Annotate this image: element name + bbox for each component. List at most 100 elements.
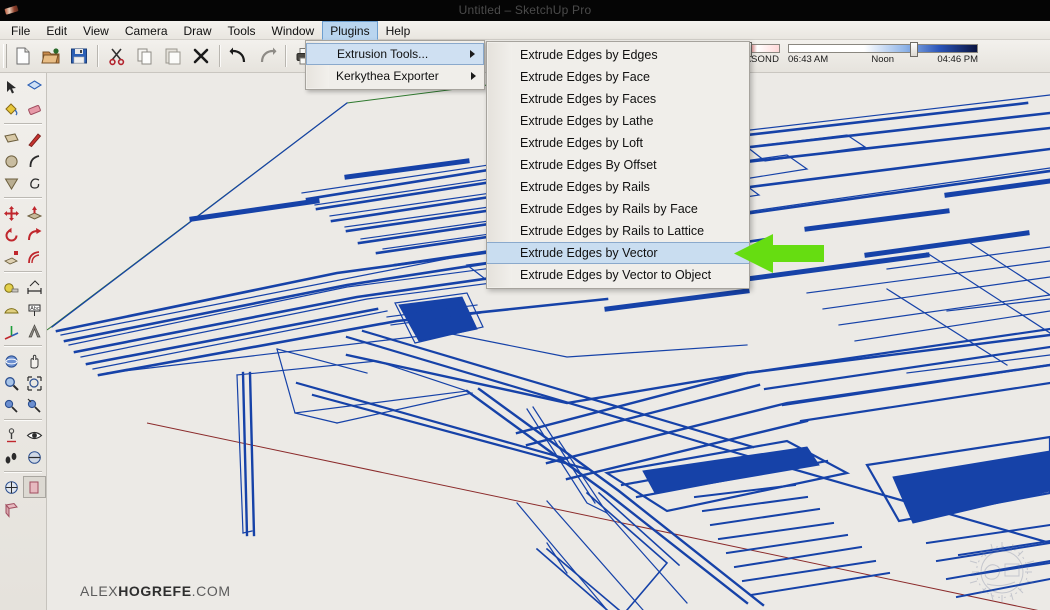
scale-icon[interactable] (0, 246, 23, 268)
paste-icon[interactable] (160, 43, 186, 69)
submenu-item-label: Extrude Edges by Edges (520, 48, 658, 62)
walk-icon[interactable] (0, 446, 23, 468)
text-abc-icon[interactable]: Abc (23, 298, 46, 320)
month-label: O (757, 54, 765, 65)
sun-burst-logo-icon (963, 540, 1041, 606)
toolbar-divider (4, 197, 42, 199)
menu-tools[interactable]: Tools (220, 21, 264, 40)
sketchup-pencil-icon (4, 4, 20, 18)
previous-view-icon[interactable] (23, 394, 46, 416)
freehand-icon[interactable] (23, 172, 46, 194)
menu-item-label: Kerkythea Exporter (336, 69, 439, 83)
submenu-extrude-edges-by-rails-by-face[interactable]: Extrude Edges by Rails by Face (487, 198, 749, 220)
time-noon-label: Noon (871, 54, 895, 65)
section-plane-display-icon[interactable] (0, 476, 23, 498)
new-document-icon[interactable] (10, 43, 36, 69)
zoom-window-icon[interactable] (23, 372, 46, 394)
circle-icon[interactable] (0, 150, 23, 172)
section-fill-icon[interactable] (0, 498, 23, 520)
followme-icon[interactable] (23, 224, 46, 246)
time-slider-knob[interactable] (910, 42, 918, 57)
lt-row (0, 320, 46, 342)
toolbar-grip[interactable] (3, 44, 7, 68)
month-label: D (772, 54, 779, 65)
section-cut-icon[interactable] (23, 476, 46, 498)
submenu-extrude-edges-by-rails[interactable]: Extrude Edges by Rails (487, 176, 749, 198)
submenu-item-label: Extrude Edges by Faces (520, 92, 657, 106)
zoom-magnifier-icon[interactable] (0, 372, 23, 394)
rotate-icon[interactable] (0, 224, 23, 246)
watermark-suffix: .COM (191, 583, 231, 599)
select-arrow-icon[interactable] (0, 76, 23, 98)
redo-arrow-icon[interactable] (254, 43, 280, 69)
polygon-icon[interactable] (0, 172, 23, 194)
watermark-bold: HOGREFE (118, 583, 192, 599)
dimension-icon[interactable] (23, 276, 46, 298)
menu-plugins[interactable]: Plugins (322, 21, 378, 40)
submenu-extrude-edges-by-edges[interactable]: Extrude Edges by Edges (487, 44, 749, 66)
toolbar-separator (97, 45, 99, 67)
lt-row (0, 498, 46, 520)
menu-window[interactable]: Window (264, 21, 323, 40)
submenu-extrude-edges-by-vector-to-object[interactable]: Extrude Edges by Vector to Object (487, 264, 749, 286)
submenu-extrude-edges-by-rails-to-lattice[interactable]: Extrude Edges by Rails to Lattice (487, 220, 749, 242)
submenu-extrude-edges-by-lathe[interactable]: Extrude Edges by Lathe (487, 110, 749, 132)
plugins-extrusion-tools[interactable]: Extrusion Tools... (306, 43, 484, 65)
time-slider-track[interactable] (788, 44, 978, 53)
lt-row (0, 76, 46, 98)
undo-arrow-icon[interactable] (226, 43, 252, 69)
copy-icon[interactable] (132, 43, 158, 69)
lt-row (0, 350, 46, 372)
menu-edit[interactable]: Edit (38, 21, 75, 40)
submenu-item-label: Extrude Edges by Vector (520, 246, 658, 260)
make-component-icon[interactable] (23, 76, 46, 98)
shadow-settings-toolbar: J F M A M J J A S O N D 06:43 AM Noon 04… (700, 41, 1050, 72)
toolbar-separator (219, 45, 221, 67)
3d-text-icon[interactable] (23, 320, 46, 342)
extrusion-tools-submenu: Extrude Edges by Edges Extrude Edges by … (486, 41, 750, 289)
lt-row (0, 372, 46, 394)
look-around-eye-icon[interactable] (23, 424, 46, 446)
save-disk-icon[interactable] (66, 43, 92, 69)
line-pencil-icon[interactable] (23, 128, 46, 150)
time-slider[interactable]: 06:43 AM Noon 04:46 PM (788, 41, 978, 65)
menu-bar: File Edit View Camera Draw Tools Window … (0, 21, 1050, 40)
orbit-icon[interactable] (0, 350, 23, 372)
submenu-extrude-edges-by-faces[interactable]: Extrude Edges by Faces (487, 88, 749, 110)
lt-row: Abc (0, 298, 46, 320)
paint-bucket-icon[interactable] (0, 98, 23, 120)
cut-scissors-icon[interactable] (104, 43, 130, 69)
menu-help[interactable]: Help (378, 21, 419, 40)
eraser-icon[interactable] (23, 98, 46, 120)
submenu-extrude-edges-by-vector[interactable]: Extrude Edges by Vector (487, 242, 749, 264)
arc-icon[interactable] (23, 150, 46, 172)
position-camera-icon[interactable] (0, 424, 23, 446)
chevron-right-icon (471, 72, 476, 80)
move-icon[interactable] (0, 202, 23, 224)
menu-file[interactable]: File (3, 21, 38, 40)
rectangle-icon[interactable] (0, 128, 23, 150)
toolbar-divider (4, 419, 42, 421)
axes-icon[interactable] (0, 320, 23, 342)
section-plane-icon[interactable] (23, 446, 46, 468)
lt-row (0, 98, 46, 120)
erase-x-icon[interactable] (188, 43, 214, 69)
menu-view[interactable]: View (75, 21, 117, 40)
protractor-icon[interactable] (0, 298, 23, 320)
submenu-extrude-edges-by-loft[interactable]: Extrude Edges by Loft (487, 132, 749, 154)
lt-row (0, 476, 46, 498)
tape-measure-icon[interactable] (0, 276, 23, 298)
submenu-item-label: Extrude Edges by Face (520, 70, 650, 84)
pan-hand-icon[interactable] (23, 350, 46, 372)
zoom-extents-icon[interactable] (0, 394, 23, 416)
lt-row (0, 172, 46, 194)
lt-row (0, 224, 46, 246)
submenu-extrude-edges-by-offset[interactable]: Extrude Edges By Offset (487, 154, 749, 176)
submenu-extrude-edges-by-face[interactable]: Extrude Edges by Face (487, 66, 749, 88)
menu-camera[interactable]: Camera (117, 21, 176, 40)
pushpull-icon[interactable] (23, 202, 46, 224)
plugins-kerkythea-exporter[interactable]: Kerkythea Exporter (306, 65, 484, 87)
offset-icon[interactable] (23, 246, 46, 268)
menu-draw[interactable]: Draw (176, 21, 220, 40)
open-folder-icon[interactable] (38, 43, 64, 69)
